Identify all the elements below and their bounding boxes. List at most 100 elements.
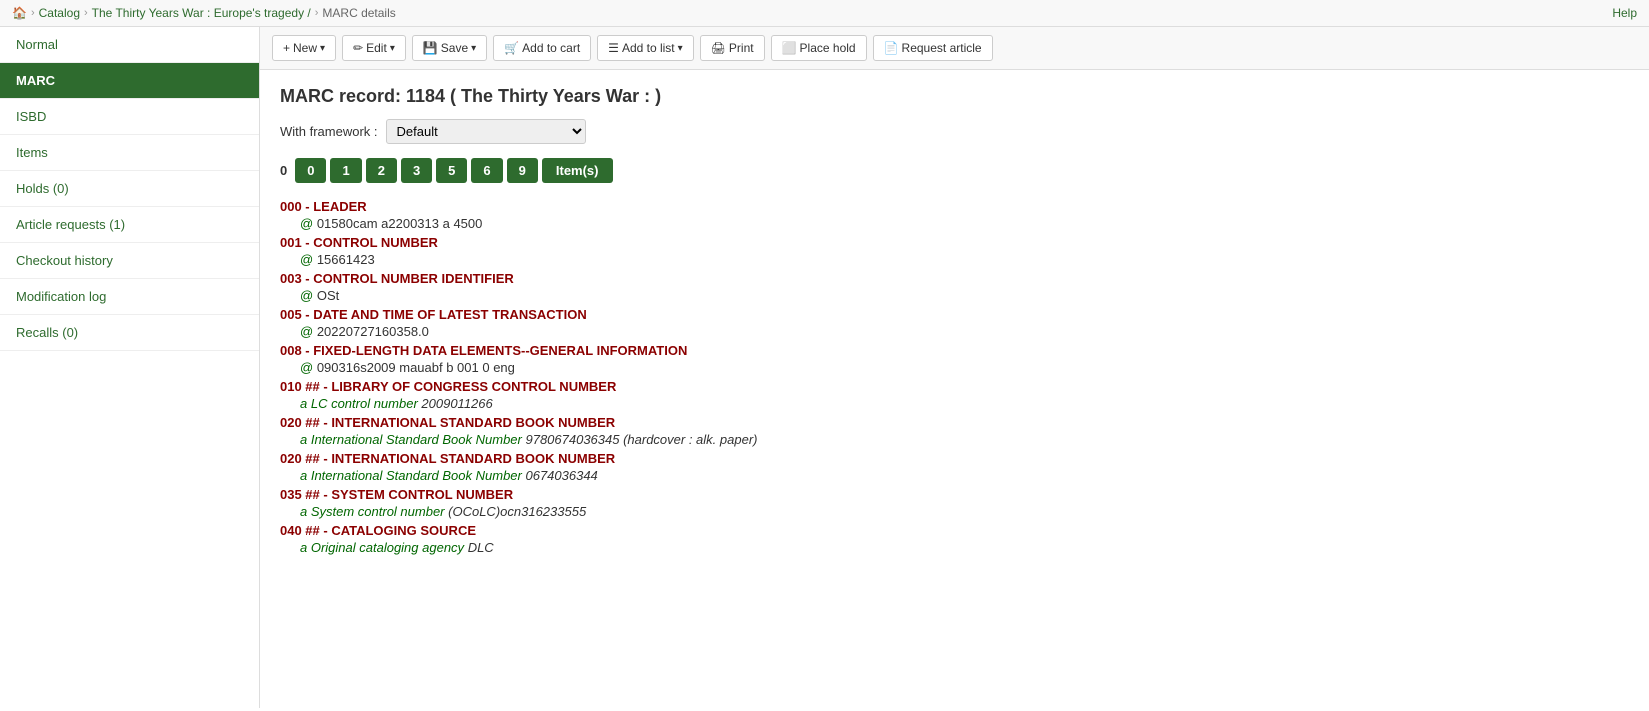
main-content: + New ▾ ✏ Edit ▾ 💾 Save ▾ 🛒 Add to cart …	[260, 27, 1649, 708]
marc-field-row: 035 ## - SYSTEM CONTROL NUMBER a System c…	[280, 487, 1629, 519]
framework-select[interactable]: Default	[386, 119, 586, 144]
marc-tag: 020 ## - INTERNATIONAL STANDARD BOOK NUM…	[280, 451, 615, 466]
request-article-button[interactable]: 📄 Request article	[873, 35, 993, 61]
subfield-value: 9780674036345 (hardcover : alk. paper)	[525, 432, 757, 447]
subfield-value: DLC	[468, 540, 494, 555]
marc-subfield: @ 090316s2009 mauabf b 001 0 eng	[300, 360, 1629, 375]
sidebar-item-marc[interactable]: MARC	[0, 63, 259, 99]
tag-zero-label: 0	[280, 163, 287, 178]
marc-field-row: 040 ## - CATALOGING SOURCEa Original cat…	[280, 523, 1629, 555]
marc-tag: 040 ## - CATALOGING SOURCE	[280, 523, 476, 538]
marc-field-row: 005 - DATE AND TIME OF LATEST TRANSACTIO…	[280, 307, 1629, 339]
subfield-code: @	[300, 360, 313, 375]
breadcrumb-current: MARC details	[322, 6, 395, 20]
subfield-code: @	[300, 324, 313, 339]
help-link[interactable]: Help	[1612, 6, 1637, 20]
subfield-code: @	[300, 252, 313, 267]
marc-field-row: 008 - FIXED-LENGTH DATA ELEMENTS--GENERA…	[280, 343, 1629, 375]
pencil-icon: ✏	[353, 41, 363, 55]
new-button[interactable]: + New ▾	[272, 35, 336, 61]
marc-field-label: 001 - CONTROL NUMBER	[280, 235, 1629, 250]
subfield-code: @	[300, 288, 313, 303]
sidebar-item-recalls[interactable]: Recalls (0)	[0, 315, 259, 351]
marc-tag: 005 - DATE AND TIME OF LATEST TRANSACTIO…	[280, 307, 587, 322]
marc-field-label: 008 - FIXED-LENGTH DATA ELEMENTS--GENERA…	[280, 343, 1629, 358]
sidebar-item-isbd[interactable]: ISBD	[0, 99, 259, 135]
book-link[interactable]: The Thirty Years War : Europe's tragedy …	[92, 6, 311, 20]
marc-subfield: a International Standard Book Number 978…	[300, 432, 1629, 447]
edit-caret-icon: ▾	[390, 43, 395, 54]
toolbar: + New ▾ ✏ Edit ▾ 💾 Save ▾ 🛒 Add to cart …	[260, 27, 1649, 70]
marc-field-label: 000 - LEADER	[280, 199, 1629, 214]
marc-field-label: 020 ## - INTERNATIONAL STANDARD BOOK NUM…	[280, 451, 1629, 466]
subfield-value: (OCoLC)ocn316233555	[448, 504, 586, 519]
marc-tag: 003 - CONTROL NUMBER IDENTIFIER	[280, 271, 514, 286]
new-caret-icon: ▾	[320, 43, 325, 54]
breadcrumb-sep-1: ›	[31, 7, 35, 19]
subfield-value: 20220727160358.0	[317, 324, 429, 339]
add-to-list-button[interactable]: ☰ Add to list ▾	[597, 35, 694, 61]
subfield-code: a International Standard Book Number	[300, 432, 522, 447]
sidebar-item-checkout-history[interactable]: Checkout history	[0, 243, 259, 279]
tag-btn-2[interactable]: 2	[366, 158, 397, 183]
save-button[interactable]: 💾 Save ▾	[412, 35, 487, 61]
marc-tag: 001 - CONTROL NUMBER	[280, 235, 438, 250]
hold-icon: ⬜	[782, 41, 797, 55]
tag-btn-6[interactable]: 6	[471, 158, 502, 183]
list-caret-icon: ▾	[678, 43, 683, 54]
marc-field-label: 040 ## - CATALOGING SOURCE	[280, 523, 1629, 538]
marc-field-row: 003 - CONTROL NUMBER IDENTIFIER @ OSt	[280, 271, 1629, 303]
save-icon: 💾	[423, 41, 438, 55]
items-button[interactable]: Item(s)	[542, 158, 613, 183]
list-icon: ☰	[608, 41, 619, 55]
cart-icon: 🛒	[504, 41, 519, 55]
marc-field-row: 020 ## - INTERNATIONAL STANDARD BOOK NUM…	[280, 415, 1629, 447]
marc-subfield: a System control number (OCoLC)ocn316233…	[300, 504, 1629, 519]
marc-tag: 035 ## - SYSTEM CONTROL NUMBER	[280, 487, 513, 502]
marc-tag: 008 - FIXED-LENGTH DATA ELEMENTS--GENERA…	[280, 343, 687, 358]
marc-tag: 010 ## - LIBRARY OF CONGRESS CONTROL NUM…	[280, 379, 616, 394]
framework-row: With framework : Default	[280, 119, 1629, 144]
subfield-code: a System control number	[300, 504, 445, 519]
breadcrumb: 🏠 › Catalog › The Thirty Years War : Eur…	[0, 0, 1649, 27]
marc-subfield: @ 15661423	[300, 252, 1629, 267]
sidebar: NormalMARCISBDItemsHolds (0)Article requ…	[0, 27, 260, 708]
tag-btn-1[interactable]: 1	[330, 158, 361, 183]
sidebar-item-holds[interactable]: Holds (0)	[0, 171, 259, 207]
tag-btn-0[interactable]: 0	[295, 158, 326, 183]
tag-btn-3[interactable]: 3	[401, 158, 432, 183]
sidebar-item-items[interactable]: Items	[0, 135, 259, 171]
place-hold-button[interactable]: ⬜ Place hold	[771, 35, 867, 61]
marc-subfield: a LC control number 2009011266	[300, 396, 1629, 411]
print-button[interactable]: 🖨 Print	[700, 35, 765, 61]
content-area: MARC record: 1184 ( The Thirty Years War…	[260, 70, 1649, 575]
subfield-code: a International Standard Book Number	[300, 468, 522, 483]
marc-subfield: @ OSt	[300, 288, 1629, 303]
edit-button[interactable]: ✏ Edit ▾	[342, 35, 406, 61]
subfield-value: 0674036344	[525, 468, 597, 483]
marc-record-title: MARC record: 1184 ( The Thirty Years War…	[280, 86, 1629, 107]
home-icon[interactable]: 🏠	[12, 6, 27, 20]
subfield-value: 01580cam a2200313 a 4500	[317, 216, 483, 231]
plus-icon: +	[283, 41, 290, 55]
subfield-code: @	[300, 216, 313, 231]
marc-subfield: @ 20220727160358.0	[300, 324, 1629, 339]
marc-tag: 000 - LEADER	[280, 199, 367, 214]
marc-subfield: a International Standard Book Number 067…	[300, 468, 1629, 483]
sidebar-item-modification-log[interactable]: Modification log	[0, 279, 259, 315]
marc-field-label: 020 ## - INTERNATIONAL STANDARD BOOK NUM…	[280, 415, 1629, 430]
tag-btn-9[interactable]: 9	[507, 158, 538, 183]
framework-label: With framework :	[280, 124, 378, 139]
subfield-value: 15661423	[317, 252, 375, 267]
catalog-link[interactable]: Catalog	[39, 6, 80, 20]
subfield-code: a LC control number	[300, 396, 418, 411]
marc-subfield: @ 01580cam a2200313 a 4500	[300, 216, 1629, 231]
subfield-value: 090316s2009 mauabf b 001 0 eng	[317, 360, 515, 375]
article-icon: 📄	[884, 41, 899, 55]
tag-btn-5[interactable]: 5	[436, 158, 467, 183]
sidebar-item-normal[interactable]: Normal	[0, 27, 259, 63]
sidebar-item-article-requests[interactable]: Article requests (1)	[0, 207, 259, 243]
subfield-value: OSt	[317, 288, 339, 303]
add-to-cart-button[interactable]: 🛒 Add to cart	[493, 35, 591, 61]
marc-field-label: 035 ## - SYSTEM CONTROL NUMBER	[280, 487, 1629, 502]
